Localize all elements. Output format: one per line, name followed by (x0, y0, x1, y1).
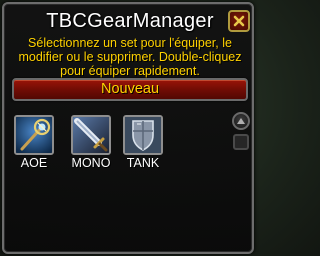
set-label-tank: TANK (126, 156, 160, 170)
set-label-mono: MONO (71, 156, 111, 170)
shield-icon (125, 117, 161, 153)
scrollbar-track[interactable] (233, 134, 249, 150)
arrow-up-icon (237, 118, 245, 124)
staff-icon (16, 117, 52, 153)
set-slot-aoe[interactable] (14, 115, 54, 155)
instructions-text: Sélectionnez un set pour l'équiper, le m… (18, 36, 242, 78)
set-slot-tank[interactable] (123, 115, 163, 155)
set-slot-mono[interactable] (71, 115, 111, 155)
close-button[interactable] (228, 10, 250, 32)
close-icon (233, 15, 245, 27)
window-title: TBCGearManager (46, 10, 214, 32)
scroll-up-button[interactable] (232, 112, 250, 130)
sword-icon (73, 117, 109, 153)
set-label-aoe: AOE (20, 156, 48, 170)
new-set-button[interactable]: Nouveau (12, 78, 248, 101)
gear-manager-window: TBCGearManager Sélectionnez un set pour … (2, 2, 254, 254)
